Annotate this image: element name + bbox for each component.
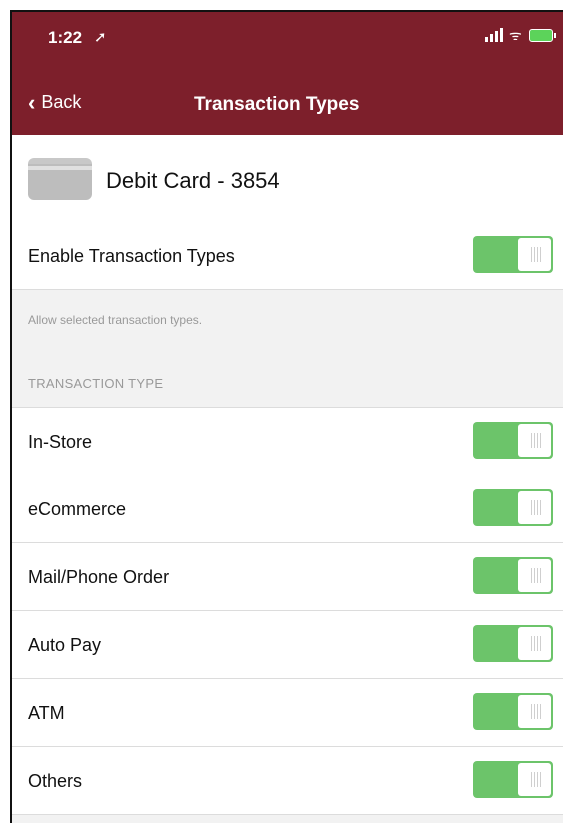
page-title: Transaction Types — [194, 94, 360, 115]
atm-toggle[interactable] — [473, 693, 553, 730]
enable-description: Allow selected transaction types. — [28, 313, 203, 327]
status-time: 1:22 — [48, 28, 83, 47]
transaction-type-row: In-Store — [12, 407, 563, 476]
ecommerce-toggle[interactable] — [473, 489, 553, 526]
transaction-type-label: eCommerce — [28, 499, 127, 519]
transaction-type-label: In-Store — [28, 432, 93, 452]
back-button[interactable]: ‹ Back — [28, 89, 82, 115]
toggle-knob — [518, 763, 551, 796]
card-name: Debit Card - 3854 — [106, 168, 280, 193]
status-icons: ᯤ — [485, 27, 556, 43]
toggle-knob — [518, 238, 551, 271]
transaction-type-row: ATM — [12, 679, 563, 747]
card-summary: Debit Card - 3854 — [12, 135, 563, 224]
enable-transaction-types-label: Enable Transaction Types — [28, 246, 235, 266]
enable-transaction-types-row: Enable Transaction Types — [12, 223, 563, 290]
location-arrow-icon: ➚ — [94, 29, 107, 46]
mail-phone-order-toggle[interactable] — [473, 557, 553, 594]
toggle-knob — [518, 695, 551, 728]
chevron-left-icon: ‹ — [28, 89, 36, 115]
transaction-type-row: Auto Pay — [12, 611, 563, 679]
navigation-bar: ‹ Back Transaction Types — [12, 82, 563, 126]
transaction-type-row: Mail/Phone Order — [12, 543, 563, 611]
toggle-knob — [518, 627, 551, 660]
transaction-type-label: Auto Pay — [28, 635, 102, 655]
battery-charging-icon — [529, 28, 556, 42]
header: 1:22 ➚ ᯤ ‹ Back Transaction Types — [12, 12, 563, 135]
status-bar: 1:22 ➚ ᯤ — [12, 12, 563, 72]
section-header: TRANSACTION TYPE — [28, 376, 164, 391]
enable-transaction-types-toggle[interactable] — [473, 236, 553, 273]
transaction-type-label: Mail/Phone Order — [28, 567, 170, 587]
toggle-knob — [518, 491, 551, 524]
credit-card-icon — [28, 158, 92, 200]
transaction-type-row: Others — [12, 747, 563, 815]
transaction-type-label: ATM — [28, 703, 65, 723]
cellular-signal-icon — [485, 28, 503, 42]
back-label: Back — [41, 92, 82, 112]
transaction-type-label: Others — [28, 771, 83, 791]
toggle-knob — [518, 559, 551, 592]
in-store-toggle[interactable] — [473, 422, 553, 459]
app-screen: 1:22 ➚ ᯤ ‹ Back Transaction Types Debit … — [10, 10, 563, 823]
others-toggle[interactable] — [473, 761, 553, 798]
auto-pay-toggle[interactable] — [473, 625, 553, 662]
toggle-knob — [518, 424, 551, 457]
wifi-icon: ᯤ — [509, 27, 522, 43]
transaction-type-row: eCommerce — [12, 475, 563, 543]
